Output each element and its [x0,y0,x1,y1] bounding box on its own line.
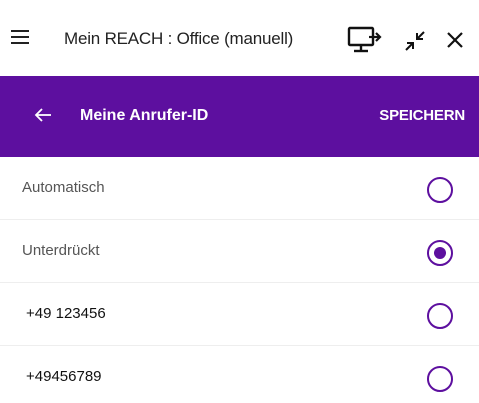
option-unterdrueckt[interactable]: Unterdrückt [0,220,479,283]
option-number-1[interactable]: +49 123456 [0,283,479,346]
radio-dot [434,247,446,259]
radio-button[interactable] [427,366,453,392]
option-label: Automatisch [22,179,105,196]
title-bar: Mein REACH : Office (manuell) [0,0,479,76]
close-icon[interactable] [446,31,464,49]
option-label: +49456789 [26,368,102,385]
option-automatisch[interactable]: Automatisch [0,157,479,220]
option-number-2[interactable]: +49456789 [0,346,479,403]
radio-button-selected[interactable] [427,240,453,266]
option-label: Unterdrückt [22,242,100,259]
radio-button[interactable] [427,177,453,203]
radio-button[interactable] [427,303,453,329]
shrink-icon[interactable] [404,30,426,52]
menu-icon[interactable] [11,30,29,46]
option-label: +49 123456 [26,305,106,322]
save-button[interactable]: SPEICHERN [379,107,465,124]
caller-id-options: Automatisch Unterdrückt +49 123456 +4945… [0,157,479,403]
arrow-left-icon[interactable] [33,105,53,125]
window-title: Mein REACH : Office (manuell) [64,29,294,48]
page-header: Meine Anrufer-ID SPEICHERN [0,76,479,157]
page-title: Meine Anrufer-ID [80,107,209,124]
screen-share-icon[interactable] [347,25,383,55]
